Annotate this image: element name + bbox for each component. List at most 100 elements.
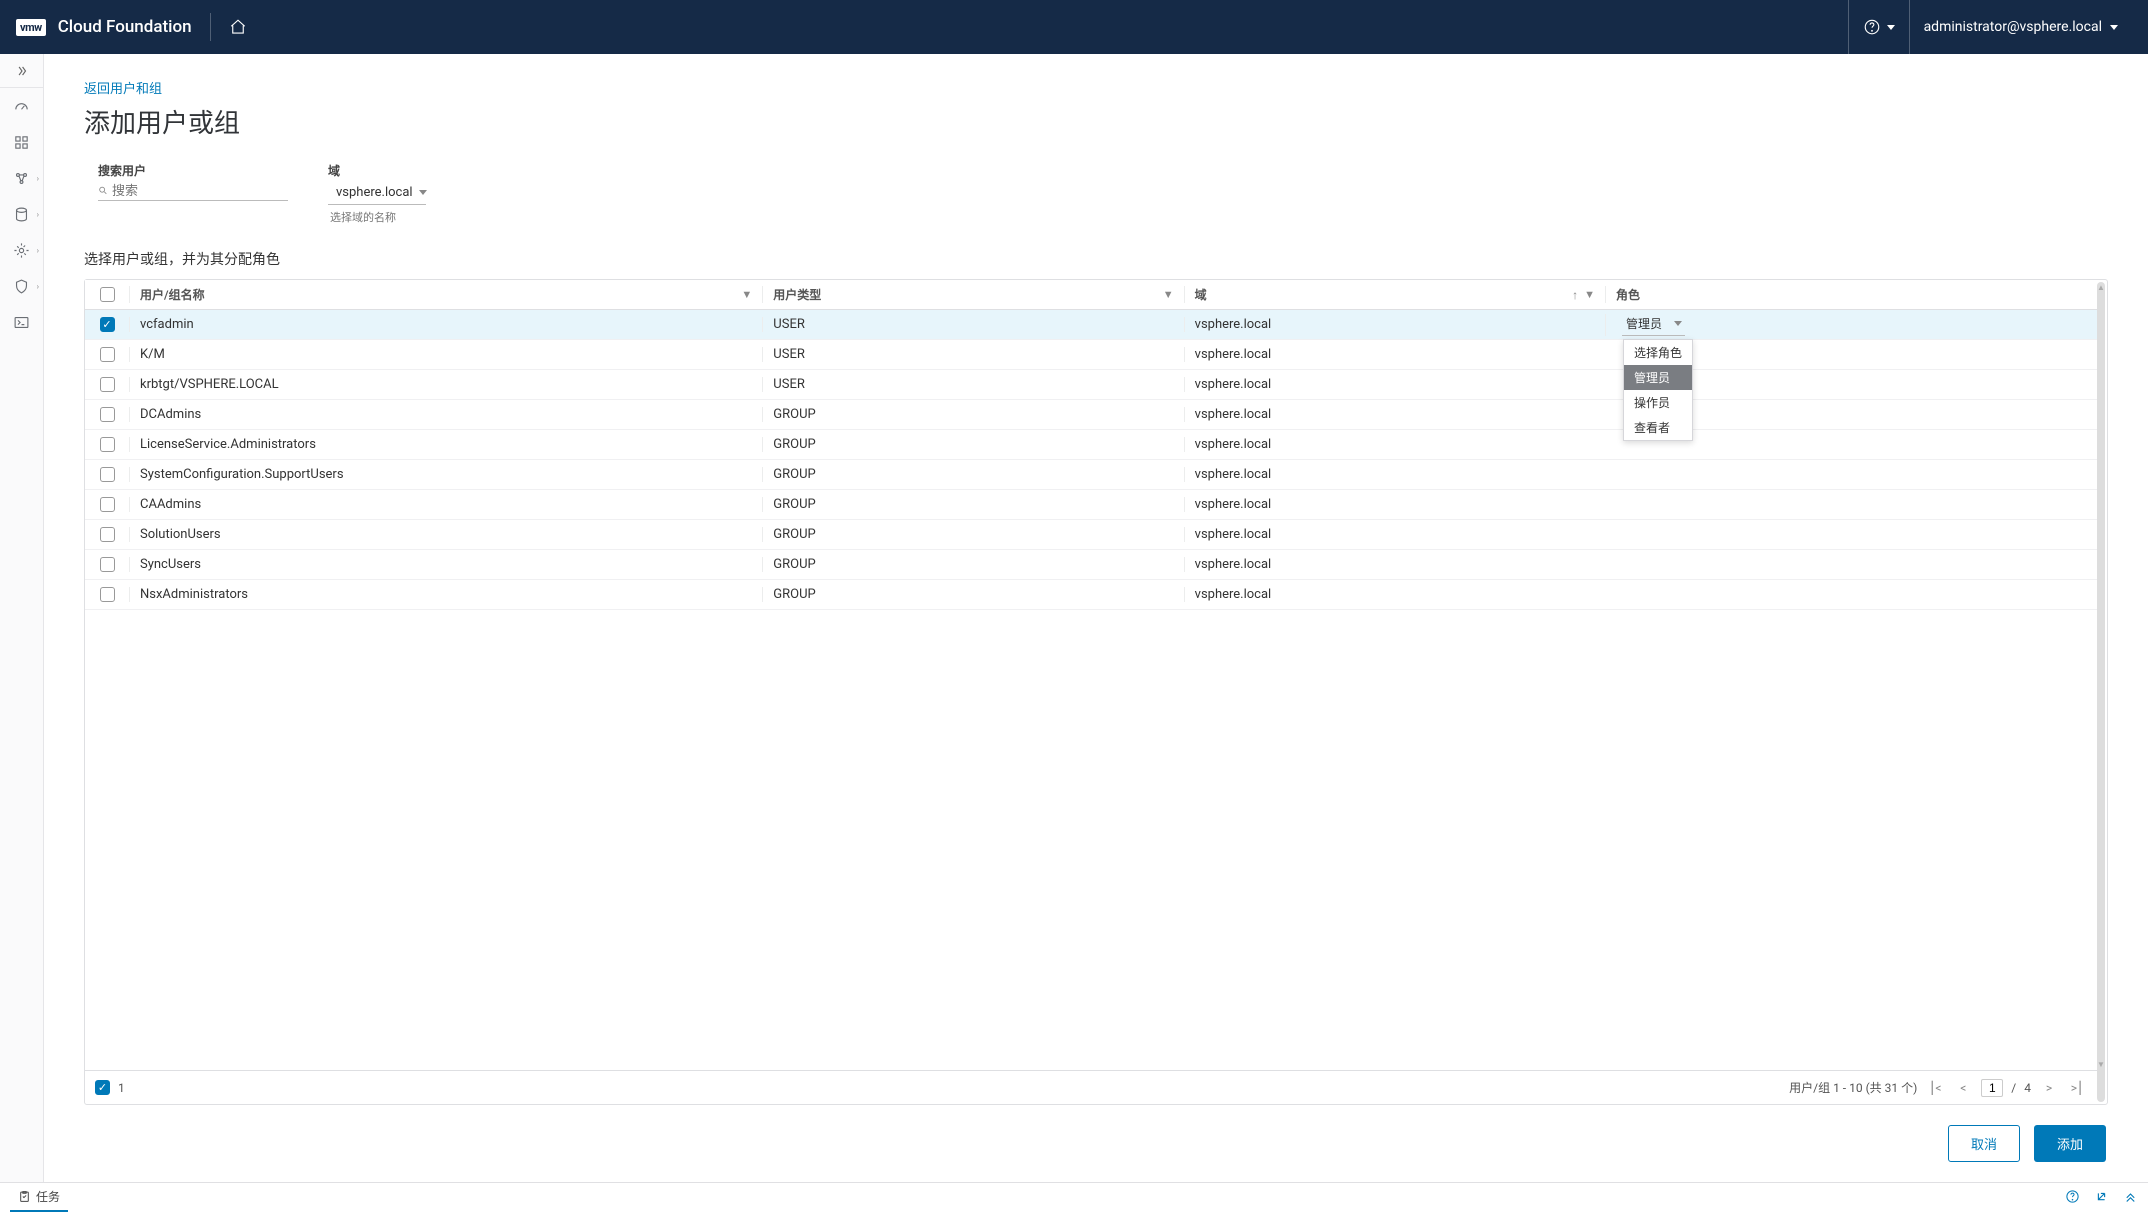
sort-icon[interactable]: ↑ [1572,288,1578,302]
row-domain: vsphere.local [1184,497,1605,512]
role-option[interactable]: 查看者 [1624,415,1692,440]
sidebar-item-dashboard[interactable] [0,88,43,124]
table-description: 选择用户或组，并为其分配角色 [84,249,2108,269]
row-checkbox[interactable] [100,467,115,482]
filter-icon[interactable]: ▼ [741,288,752,301]
scrollbar[interactable] [2097,282,2105,1102]
selected-count: 1 [118,1081,125,1095]
role-option[interactable]: 操作员 [1624,390,1692,415]
row-name: SystemConfiguration.SupportUsers [129,467,762,482]
domain-label: 域 [328,162,426,179]
row-name: SyncUsers [129,557,762,572]
table-row[interactable]: CAAdmins GROUP vsphere.local [85,490,2097,520]
scroll-up-icon[interactable]: ▲ [2096,281,2106,293]
sidebar-item-settings[interactable]: › [0,232,43,268]
pager-prev-button[interactable]: < [1953,1078,1973,1098]
pager-page-input[interactable] [1981,1079,2003,1097]
chevron-right-icon: › [37,246,39,255]
row-checkbox[interactable] [100,347,115,362]
table-row[interactable]: K/M USER vsphere.local [85,340,2097,370]
chevron-down-icon [1887,25,1895,30]
filter-icon[interactable]: ▼ [1584,288,1595,302]
tasks-tab[interactable]: 任务 [10,1183,68,1212]
row-checkbox[interactable] [100,557,115,572]
user-menu[interactable]: administrator@vsphere.local [1909,0,2132,54]
row-name: LicenseService.Administrators [129,437,762,452]
role-dropdown-button[interactable]: 管理员 [1622,314,1685,336]
storage-icon [13,206,30,223]
collapse-icon[interactable] [2123,1189,2138,1207]
domain-select[interactable]: vsphere.local [328,183,426,205]
terminal-icon [13,314,30,331]
row-checkbox[interactable] [100,437,115,452]
table-row[interactable]: SolutionUsers GROUP vsphere.local [85,520,2097,550]
pager-first-button[interactable]: ⎮< [1925,1078,1945,1098]
sidebar-expand-button[interactable] [0,54,43,88]
col-domain-header[interactable]: 域 [1195,286,1207,303]
bottom-help-icon[interactable] [2065,1189,2080,1207]
col-role-header[interactable]: 角色 [1616,286,1640,303]
pager-total: 4 [2024,1081,2031,1095]
hosts-icon [13,170,30,187]
table-row[interactable]: SystemConfiguration.SupportUsers GROUP v… [85,460,2097,490]
row-domain: vsphere.local [1184,407,1605,422]
role-option[interactable]: 管理员 [1624,365,1692,390]
footer-select-indicator[interactable] [95,1080,110,1095]
sidebar-item-developer[interactable] [0,304,43,340]
back-link[interactable]: 返回用户和组 [84,78,2108,97]
row-name: CAAdmins [129,497,762,512]
gauge-icon [13,98,30,115]
row-checkbox[interactable] [100,317,115,332]
row-domain: vsphere.local [1184,467,1605,482]
search-input[interactable] [112,183,288,198]
row-checkbox[interactable] [100,377,115,392]
table-row[interactable]: LicenseService.Administrators GROUP vsph… [85,430,2097,460]
select-all-checkbox[interactable] [100,287,115,302]
row-checkbox[interactable] [100,587,115,602]
logo: vmw [16,19,46,36]
row-domain: vsphere.local [1184,557,1605,572]
sidebar-item-storage[interactable]: › [0,196,43,232]
row-name: DCAdmins [129,407,762,422]
table-row[interactable]: NsxAdministrators GROUP vsphere.local [85,580,2097,610]
row-type: GROUP [762,557,1183,572]
table-row[interactable]: DCAdmins GROUP vsphere.local [85,400,2097,430]
chevron-down-icon [2110,25,2118,30]
search-input-wrap[interactable] [98,183,288,201]
row-domain: vsphere.local [1184,317,1605,332]
role-dropdown-menu[interactable]: 选择角色管理员操作员查看者 [1623,339,1693,441]
help-icon [1863,18,1881,36]
chevron-right-icon: › [37,174,39,183]
chevron-down-icon [419,190,427,195]
row-checkbox[interactable] [100,527,115,542]
row-type: GROUP [762,587,1183,602]
popout-icon[interactable] [2094,1189,2109,1207]
search-icon [98,184,108,197]
pager-sep: / [2011,1081,2016,1095]
row-name: vcfadmin [129,317,762,332]
sidebar-item-security[interactable]: › [0,268,43,304]
role-option[interactable]: 选择角色 [1624,340,1692,365]
col-name-header[interactable]: 用户/组名称 [140,286,205,303]
filter-icon[interactable]: ▼ [1163,288,1174,301]
brand-name: Cloud Foundation [58,17,192,37]
row-type: GROUP [762,497,1183,512]
domain-value: vsphere.local [336,185,413,200]
row-domain: vsphere.local [1184,347,1605,362]
help-menu[interactable] [1848,0,1909,54]
table-row[interactable]: krbtgt/VSPHERE.LOCAL USER vsphere.local [85,370,2097,400]
scroll-down-icon[interactable]: ▼ [2096,1058,2106,1070]
col-type-header[interactable]: 用户类型 [773,286,821,303]
add-button[interactable]: 添加 [2034,1125,2106,1162]
table-row[interactable]: vcfadmin USER vsphere.local 管理员 [85,310,2097,340]
pager-next-button[interactable]: > [2039,1078,2059,1098]
sidebar-item-inventory[interactable] [0,124,43,160]
row-domain: vsphere.local [1184,377,1605,392]
pager-last-button[interactable]: >⎮ [2067,1078,2087,1098]
cancel-button[interactable]: 取消 [1948,1125,2020,1162]
sidebar-item-hosts[interactable]: › [0,160,43,196]
home-icon[interactable] [229,18,247,36]
table-row[interactable]: SyncUsers GROUP vsphere.local [85,550,2097,580]
row-checkbox[interactable] [100,497,115,512]
row-checkbox[interactable] [100,407,115,422]
